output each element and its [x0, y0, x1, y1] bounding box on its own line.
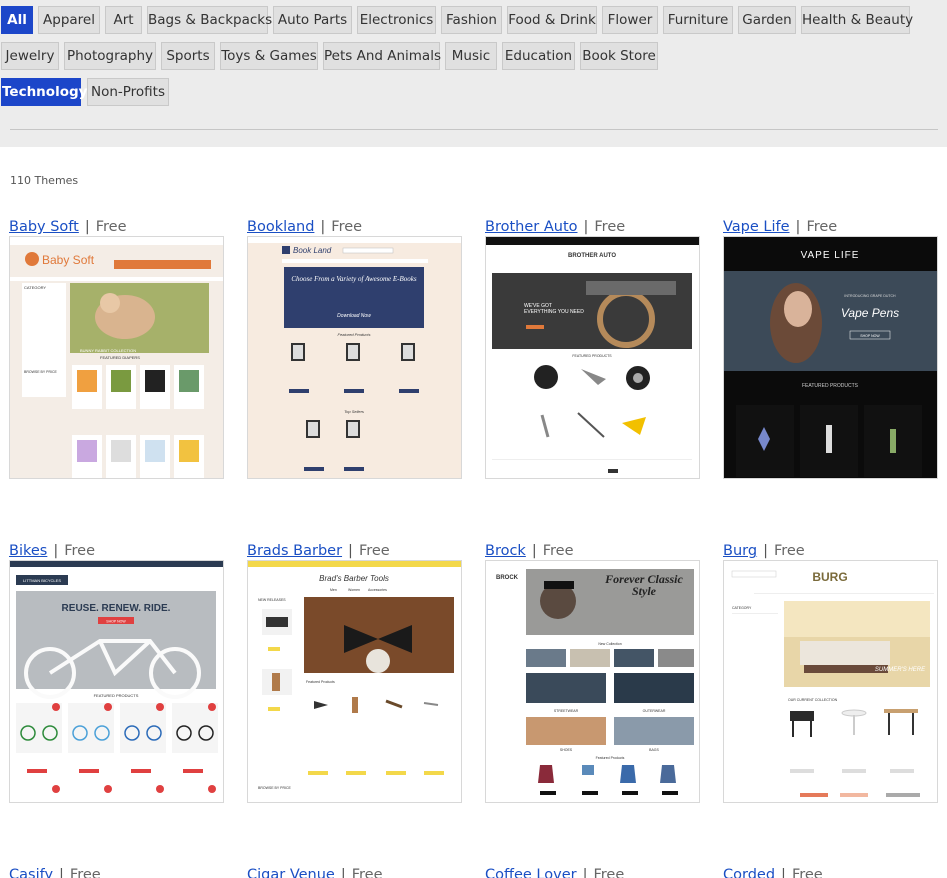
- preview-sidebar-title: CATEGORY: [732, 606, 752, 610]
- theme-preview-image[interactable]: Baby Soft CATEGORY BUNNY RABBIT COLLECTI…: [9, 236, 224, 479]
- theme-title-link[interactable]: Brother Auto: [485, 219, 578, 235]
- preview-banner-cta: SHOP NOW: [860, 334, 880, 338]
- theme-price: Free: [806, 219, 838, 235]
- filter-tag-photography[interactable]: Photography: [64, 42, 156, 70]
- themes-count: 110 Themes: [10, 174, 79, 187]
- filter-tag-electronics[interactable]: Electronics: [357, 6, 436, 34]
- preview-logo: BROCK: [496, 575, 519, 581]
- filter-tag-art[interactable]: Art: [105, 6, 142, 34]
- filter-tag-book-store[interactable]: Book Store: [580, 42, 658, 70]
- preview-logo: Book Land: [293, 246, 332, 255]
- preview-section: Featured Products: [306, 680, 335, 684]
- theme-price: Free: [773, 543, 805, 559]
- filter-divider: [10, 129, 938, 130]
- filter-tag-flower[interactable]: Flower: [602, 6, 658, 34]
- preview-section-2: Top Sellers: [344, 409, 364, 414]
- filter-tag-fashion[interactable]: Fashion: [441, 6, 502, 34]
- preview-nav-item: Accessories: [368, 588, 387, 592]
- preview-logo: BURG: [812, 570, 847, 584]
- theme-title-link[interactable]: Coffee Lover: [485, 867, 577, 878]
- preview-sidebar-title-2: BROWSE BY PRICE: [24, 370, 57, 374]
- theme-preview-image[interactable]: BURG CATEGORY SUMMER'S HERE OUR CURRENT …: [723, 560, 938, 803]
- theme-preview-image[interactable]: BROCK Forever Classic Style New Collecti…: [485, 560, 700, 803]
- theme-preview-image[interactable]: BROTHER AUTO WE'VE GOT EVERYTHING YOU NE…: [485, 236, 700, 479]
- theme-preview-image[interactable]: VAPE LIFE INTRODUCING GRAPE DUTCH Vape P…: [723, 236, 938, 479]
- theme-price: Free: [64, 543, 96, 559]
- preview-logo: Baby Soft: [42, 253, 95, 267]
- preview-sidebar-title: NEW RELEASES: [258, 598, 286, 602]
- filter-tag-jewelry[interactable]: Jewelry: [1, 42, 59, 70]
- filter-tag-auto-parts[interactable]: Auto Parts: [273, 6, 352, 34]
- theme-title-link[interactable]: Corded: [723, 867, 775, 878]
- filter-tag-sports[interactable]: Sports: [161, 42, 215, 70]
- theme-preview-image[interactable]: Book Land Choose From a Variety of Aweso…: [247, 236, 462, 479]
- theme-preview-image[interactable]: LITTMAN BICYCLES REUSE. RENEW. RIDE. SHO…: [9, 560, 224, 803]
- theme-price: Free: [791, 867, 823, 878]
- theme-price: Free: [95, 219, 127, 235]
- preview-logo: VAPE LIFE: [801, 250, 860, 261]
- theme-title-link[interactable]: Casify: [9, 867, 53, 878]
- theme-price: Free: [542, 543, 574, 559]
- preview-section: FEATURED PRODUCTS: [802, 383, 859, 389]
- theme-price: Free: [593, 867, 625, 878]
- preview-sidebar-title-2: BROWSE BY PRICE: [258, 786, 291, 790]
- filter-tag-toys-games[interactable]: Toys & Games: [220, 42, 318, 70]
- theme-price: Free: [594, 219, 626, 235]
- preview-section-2: Featured Products: [596, 756, 625, 760]
- theme-title-link[interactable]: Vape Life: [723, 219, 790, 235]
- preview-banner: REUSE. RENEW. RIDE.: [62, 603, 171, 614]
- theme-price: Free: [358, 543, 390, 559]
- preview-section: New Collection: [598, 642, 621, 646]
- theme-price: Free: [69, 867, 101, 878]
- filter-tag-health-beauty[interactable]: Health & Beauty: [801, 6, 913, 34]
- preview-sidebar-title: CATEGORY: [24, 285, 46, 290]
- preview-logo: BROTHER AUTO: [568, 253, 616, 259]
- preview-banner: Choose From a Variety of Awesome E-Books: [291, 275, 417, 283]
- filter-tag-music[interactable]: Music: [445, 42, 497, 70]
- filter-tag-education[interactable]: Education: [502, 42, 575, 70]
- theme-price: Free: [351, 867, 383, 878]
- preview-section: FEATURED DIAPERS: [100, 355, 140, 360]
- preview-label: SHOES: [560, 748, 573, 752]
- filter-tag-technology[interactable]: Technology: [1, 78, 87, 106]
- preview-nav-item: Women: [348, 588, 360, 592]
- preview-banner: Forever Classic Style: [605, 573, 683, 598]
- filter-tag-non-profits[interactable]: Non-Profits: [87, 78, 169, 106]
- preview-banner-cta: Download Now: [337, 313, 371, 319]
- preview-label: STREETWEAR: [554, 709, 579, 713]
- filter-tag-food-drink[interactable]: Food & Drink: [507, 6, 597, 34]
- preview-label: BAGS: [649, 748, 659, 752]
- preview-banner-small: INTRODUCING GRAPE DUTCH: [844, 294, 896, 298]
- preview-banner: WE'VE GOT EVERYTHING YOU NEED: [524, 303, 584, 315]
- preview-banner: BUNNY RABBIT COLLECTION: [80, 348, 136, 353]
- filter-tag-pets-and-animals[interactable]: Pets And Animals: [323, 42, 441, 70]
- filter-tag-apparel[interactable]: Apparel: [38, 6, 100, 34]
- theme-preview-image[interactable]: Brad's Barber Tools Men Women Accessorie…: [247, 560, 462, 803]
- theme-title-link[interactable]: Burg: [723, 543, 757, 559]
- preview-section: Featured Products: [338, 332, 371, 337]
- preview-section: FEATURED PRODUCTS: [94, 693, 139, 698]
- theme-title-link[interactable]: Bikes: [9, 543, 47, 559]
- filter-tag-all[interactable]: All: [1, 6, 33, 34]
- preview-section: FEATURED PRODUCTS: [572, 354, 612, 358]
- preview-logo: LITTMAN BICYCLES: [23, 578, 61, 583]
- category-filter-bar: All Apparel Art Bags & Backpacks Auto Pa…: [0, 0, 947, 147]
- preview-label: OUTERWEAR: [643, 709, 666, 713]
- theme-title-link[interactable]: Brads Barber: [247, 543, 342, 559]
- preview-logo: Brad's Barber Tools: [319, 574, 389, 583]
- filter-tag-garden[interactable]: Garden: [738, 6, 796, 34]
- theme-title-link[interactable]: Baby Soft: [9, 219, 79, 235]
- preview-banner: SUMMER'S HERE: [875, 667, 926, 673]
- theme-title-link[interactable]: Bookland: [247, 219, 314, 235]
- preview-banner: Vape Pens: [841, 306, 899, 320]
- filter-tag-bags-backpacks[interactable]: Bags & Backpacks: [147, 6, 272, 34]
- preview-nav-item: Men: [330, 588, 337, 592]
- preview-banner-cta: SHOP NOW: [106, 620, 126, 624]
- preview-section: OUR CURRENT COLLECTION: [788, 698, 838, 702]
- theme-title-link[interactable]: Cigar Venue: [247, 867, 335, 878]
- theme-title-link[interactable]: Brock: [485, 543, 526, 559]
- filter-tag-furniture[interactable]: Furniture: [663, 6, 733, 34]
- theme-price: Free: [331, 219, 363, 235]
